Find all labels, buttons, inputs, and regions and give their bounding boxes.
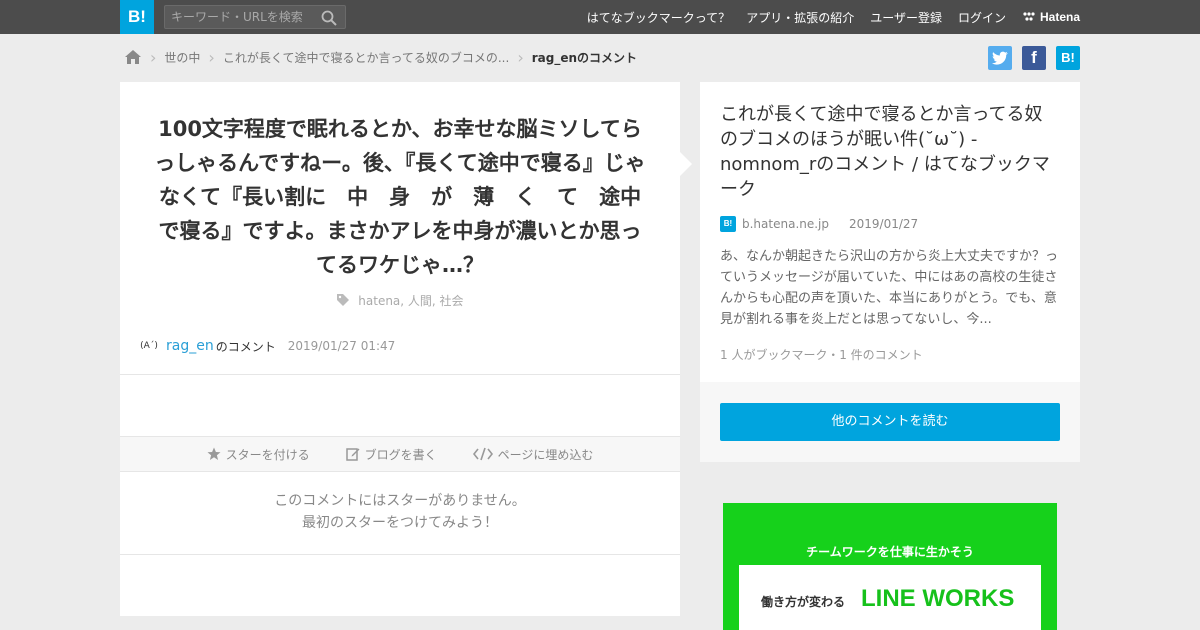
comment-card: 100文字程度で眠れるとか、お幸せな脳ミソしてらっしゃるんですねー。後、『長くて… [120, 82, 680, 616]
action-bar: スターを付ける ブログを書く ページに埋め込む [120, 436, 680, 472]
ad-tagline: チームワークを仕事に生かそう [806, 545, 974, 559]
write-blog-label: ブログを書く [364, 447, 437, 462]
search-box[interactable] [164, 5, 346, 29]
facebook-share-button[interactable]: f [1022, 46, 1046, 70]
entry-title[interactable]: これが長くて途中で寝るとか言ってる奴のブコメのほうが眠い件(˘ω˘) - nom… [720, 102, 1060, 202]
entry-card: これが長くて途中で寝るとか言ってる奴のブコメのほうが眠い件(˘ω˘) - nom… [700, 82, 1080, 462]
divider [120, 374, 680, 375]
share-buttons: f B! [978, 46, 1080, 70]
ad-brand-logo: LINE WORKS [861, 585, 1015, 612]
comment-text: 100文字程度で眠れるとか、お幸せな脳ミソしてらっしゃるんですねー。後、『長くて… [154, 117, 646, 277]
entry-excerpt: あ、なんか朝起きたら沢山の方から炎上大丈夫ですか？っていうメッセージが届いていた… [720, 249, 1059, 327]
embed-button[interactable]: ページに埋め込む [472, 446, 594, 463]
username-suffix: のコメント [215, 339, 276, 354]
hatena-bookmark-logo[interactable]: B! [120, 0, 154, 34]
top-nav: はてなブックマークって？ アプリ・拡張の紹介 ユーザー登録 ログイン Haten… [571, 0, 1080, 34]
top-bar: B! はてなブックマークって？ アプリ・拡張の紹介 ユーザー登録 ログイン Ha… [0, 0, 1200, 34]
hatena-share-button[interactable]: B! [1056, 46, 1080, 70]
search-input[interactable] [171, 9, 319, 25]
nav-about[interactable]: はてなブックマークって？ [587, 9, 730, 26]
entry-domain[interactable]: b.hatena.ne.jp [742, 217, 829, 231]
home-icon[interactable] [124, 49, 142, 65]
chevron-right-icon: › [208, 47, 215, 67]
nav-register[interactable]: ユーザー登録 [870, 9, 942, 26]
entry-summary: これが長くて途中で寝るとか言ってる奴のブコメのほうが眠い件(˘ω˘) - nom… [700, 82, 1080, 382]
code-icon [472, 447, 493, 461]
ad-panel: 働き方が変わる LINE WORKS [739, 565, 1041, 630]
breadcrumb-current: rag_enのコメント [531, 50, 638, 65]
no-star-message: このコメントにはスターがありません。 最初のスターをつけてみよう！ [120, 490, 680, 534]
chevron-right-icon: › [150, 47, 157, 67]
nav-apps[interactable]: アプリ・拡張の紹介 [746, 9, 854, 26]
breadcrumb: › 世の中 › これが長くて途中で寝るとか言ってる奴のブコメの... › rag… [124, 47, 637, 67]
add-star-label: スターを付ける [225, 447, 310, 462]
tag-icon [337, 294, 350, 306]
comment-author: (A´) rag_en のコメント 2019/01/27 01:47 [138, 334, 395, 358]
comment-date: 2019/01/27 01:47 [287, 339, 396, 353]
username-link[interactable]: rag_en [166, 338, 214, 354]
tags-text[interactable]: hatena, 人間, 社会 [358, 294, 463, 308]
pointer-arrow [680, 152, 692, 176]
read-other-comments-button[interactable]: 他のコメントを読む [720, 403, 1060, 441]
ad-subtitle: 働き方が変わる [761, 595, 846, 609]
no-star-line-2: 最初のスターをつけてみよう！ [302, 515, 498, 531]
site-favicon: B! [720, 216, 736, 232]
chevron-right-icon: › [517, 47, 524, 67]
breadcrumb-entry[interactable]: これが長くて途中で寝るとか言ってる奴のブコメの... [223, 49, 510, 66]
twitter-share-button[interactable] [988, 46, 1012, 70]
edit-icon [345, 448, 360, 461]
star-icon [207, 447, 221, 460]
entry-meta: B! b.hatena.ne.jp 2019/01/27 [720, 216, 918, 232]
twitter-bird-icon [992, 51, 1008, 65]
search-icon[interactable] [321, 10, 337, 26]
embed-label: ページに埋め込む [497, 447, 594, 462]
hatena-brand-label: Hatena [1039, 10, 1080, 24]
entry-date: 2019/01/27 [849, 217, 919, 231]
facebook-f-icon: f [1031, 48, 1037, 67]
tag-list: hatena, 人間, 社会 [120, 292, 680, 309]
no-star-line-1: このコメントにはスターがありません。 [274, 493, 526, 509]
avatar[interactable]: (A´) [138, 335, 160, 357]
hatena-brand[interactable]: Hatena [1022, 10, 1080, 24]
hatena-b-icon: B! [1061, 50, 1075, 65]
bookmark-count[interactable]: 1 人がブックマーク・1 件のコメント [720, 346, 923, 363]
nav-login[interactable]: ログイン [958, 9, 1006, 26]
line-works-ad[interactable]: チームワークを仕事に生かそう 働き方が変わる LINE WORKS [723, 503, 1057, 630]
divider [120, 554, 680, 555]
hatena-mark-icon [1023, 12, 1035, 21]
breadcrumb-category[interactable]: 世の中 [164, 49, 200, 66]
add-star-button[interactable]: スターを付ける [207, 446, 310, 463]
write-blog-button[interactable]: ブログを書く [345, 446, 437, 463]
